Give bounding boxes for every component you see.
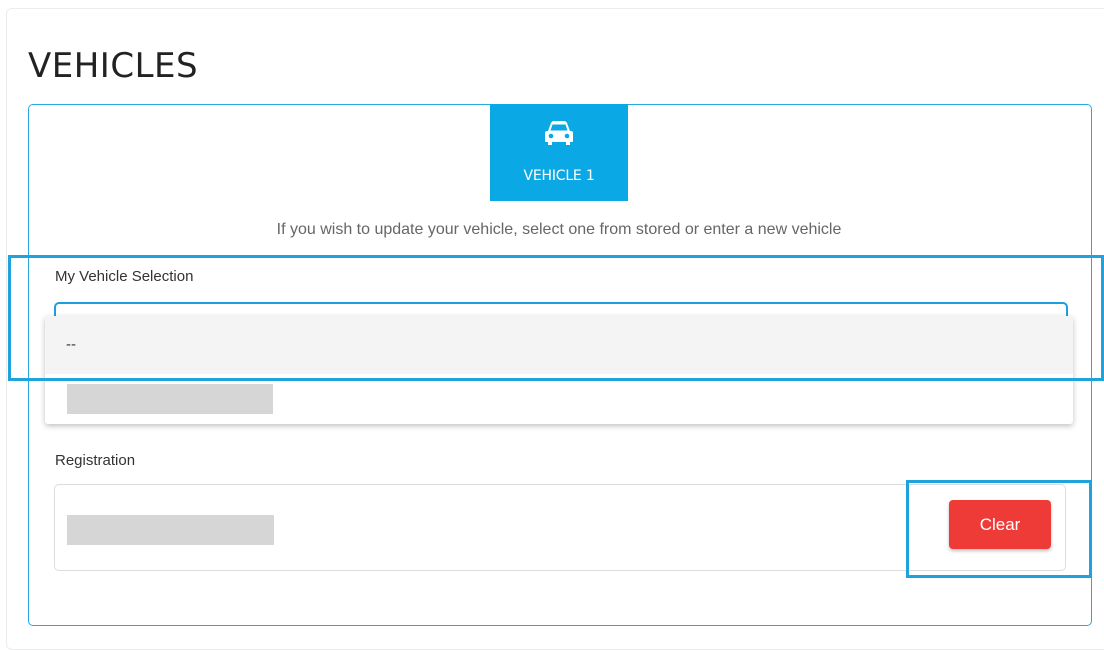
clear-button-highlight [906,480,1092,578]
registration-value-redacted [67,515,274,545]
car-icon [545,121,573,145]
vehicle-tab[interactable]: VEHICLE 1 [490,104,628,201]
page-title: VEHICLES [28,46,199,86]
dropdown-option-redacted[interactable] [67,384,273,414]
vehicle-tab-label: VEHICLE 1 [523,168,595,184]
registration-label: Registration [55,452,136,469]
vehicle-selection-highlight [8,255,1104,381]
instruction-text: If you wish to update your vehicle, sele… [276,221,842,238]
